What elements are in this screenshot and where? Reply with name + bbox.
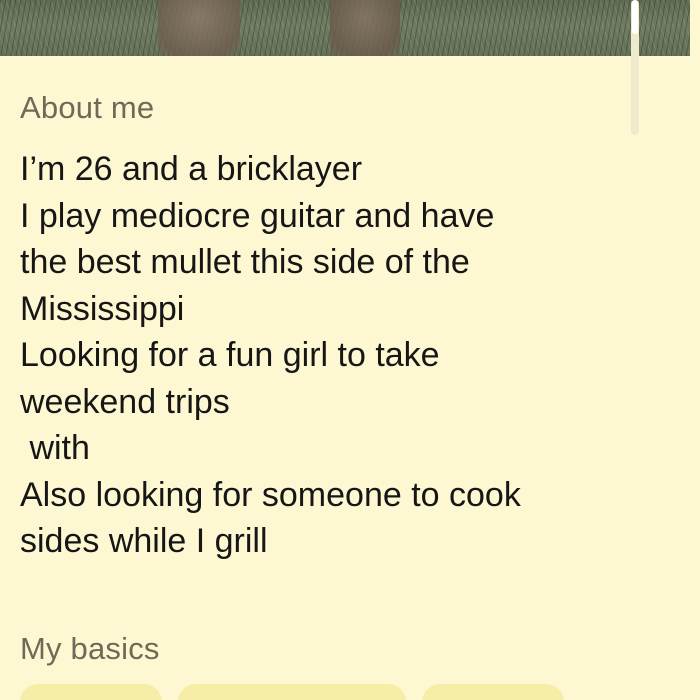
basics-chip[interactable] (178, 684, 406, 700)
profile-screen: About me I’m 26 and a bricklayer I play … (0, 0, 700, 700)
scrollbar-thumb[interactable] (632, 0, 638, 34)
about-line: Also looking for someone to cook (20, 475, 521, 514)
basics-chip[interactable] (422, 684, 564, 700)
profile-photo[interactable] (0, 0, 690, 56)
about-line: weekend trips (20, 382, 230, 421)
basics-chip[interactable] (20, 684, 162, 700)
photo-edge (690, 0, 700, 56)
photo-figure-left (158, 0, 240, 56)
about-line: the best mullet this side of the (20, 243, 470, 281)
about-line: I’m 26 and a bricklayer (20, 150, 363, 188)
about-line: Looking for a fun girl to take (20, 336, 440, 374)
my-basics-heading: My basics (20, 631, 160, 666)
about-line: I play mediocre guitar and have (20, 196, 495, 235)
about-line: sides while I grill (20, 522, 268, 560)
about-me-text: I’m 26 and a bricklayer I play mediocre … (20, 146, 660, 565)
basics-chip-row (20, 684, 700, 700)
about-line: Mississippi (20, 289, 185, 328)
photo-figure-right (330, 0, 400, 56)
about-line: with (20, 429, 90, 467)
about-me-heading: About me (20, 90, 155, 125)
